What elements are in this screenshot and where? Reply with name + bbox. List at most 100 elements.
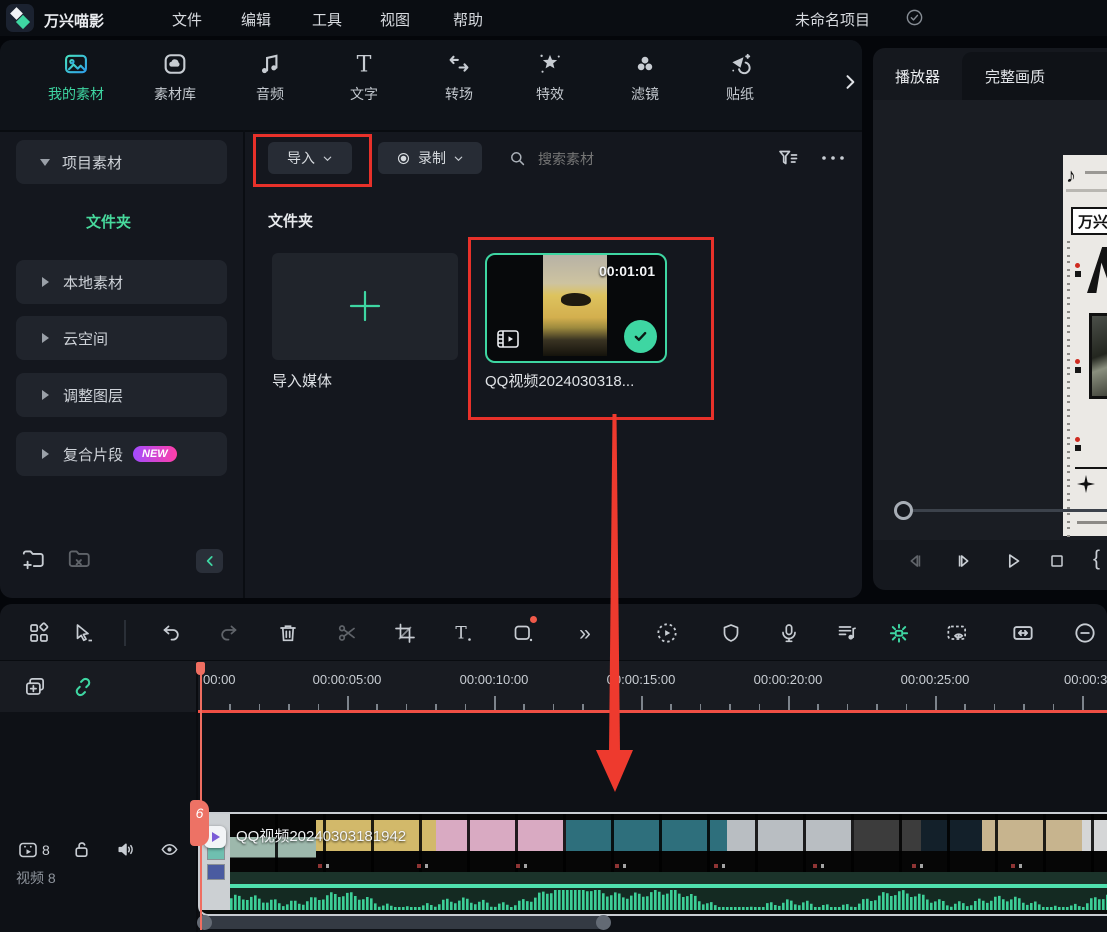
collapse-sidebar-button[interactable] [196,549,223,573]
tab-strip-expand-icon[interactable] [840,72,860,92]
caret-right-icon [42,277,49,287]
import-tile-label: 导入媒体 [272,370,332,391]
seek-bar-track[interactable] [897,509,1107,512]
project-name: 未命名项目 [795,9,870,30]
playhead-head[interactable] [196,662,205,675]
menu-view[interactable]: 视图 [374,9,416,30]
play-button[interactable] [1002,550,1024,572]
player-title: 播放器 [895,66,940,87]
track-mute-toggle[interactable] [114,838,137,861]
playhead-line[interactable] [200,662,202,930]
seek-bar-handle[interactable] [894,501,913,520]
crop-button[interactable] [390,618,420,648]
text-tool-button[interactable]: T [447,618,477,648]
more-tools-button[interactable]: » [570,618,600,648]
sidebar-item-local-media[interactable]: 本地素材 [16,260,227,304]
ruler-label: 00:00:10:00 [460,672,529,687]
poster-dot-marker [1075,263,1080,268]
timeline-clip-title: QQ视频20240303181942 [236,825,406,846]
record-button-label: 录制 [418,148,446,168]
redo-button[interactable] [214,618,244,648]
import-button[interactable]: 导入 [268,142,352,174]
sidebar-item-adjustment-layer[interactable]: 调整图层 [16,373,227,417]
tab-transitions[interactable]: 转场 [417,50,501,104]
ruler-label: 00:00:3 [1064,672,1107,687]
ruler-label: 00:00:25:00 [901,672,970,687]
stop-button[interactable] [1047,551,1067,571]
media-clip-tile[interactable]: 00:01:01 [485,253,667,363]
search-input[interactable] [536,145,720,173]
play-triangle-icon [212,832,220,842]
smart-cut-button[interactable] [884,618,914,648]
add-folder-button[interactable] [20,546,46,572]
timeline-scrollbar[interactable] [198,916,610,929]
playhead-badge[interactable]: 6 [190,800,209,846]
zoom-out-timeline-button[interactable] [1070,618,1100,648]
poster-subtext-line [1085,171,1107,174]
selected-check-icon [624,320,657,353]
playhead-badge-number: 6 [196,805,204,821]
sidebar-item-folder[interactable]: 文件夹 [86,211,131,232]
douyin-logo: ♪ [1066,165,1076,188]
tab-text[interactable]: T 文字 [322,50,406,104]
menu-file[interactable]: 文件 [166,9,208,30]
timecode-ruler[interactable]: 00:00 00:00:05:00 00:00:10:00 00:00:15:0… [0,668,1107,712]
clip-audio-band [230,872,1107,884]
chevron-down-icon [322,153,333,164]
poster-title-text: 万兴 [1073,211,1107,232]
record-button[interactable]: 录制 [378,142,482,174]
tab-effects[interactable]: 特效 [508,50,592,104]
next-frame-button[interactable] [953,550,975,572]
tab-stock-library[interactable]: 素材库 [133,50,217,104]
sidebar-group-project-media[interactable]: 项目素材 [16,140,227,184]
tab-label: 贴纸 [698,84,782,104]
filter-button[interactable] [776,146,800,170]
delete-folder-button[interactable] [66,546,92,572]
split-button[interactable] [332,618,362,648]
track-header: 8 视频 8 [0,712,196,932]
player-quality-label[interactable]: 完整画质 [985,66,1045,87]
sidebar-item-compound-clip[interactable]: 复合片段 NEW [16,432,227,476]
undo-button[interactable] [156,618,186,648]
caret-down-icon [40,159,50,166]
poster-dot-marker [1075,437,1080,442]
media-section-title: 文件夹 [268,210,313,231]
tab-filters[interactable]: 滤镜 [603,50,687,104]
audio-mixer-button[interactable] [832,618,862,648]
tab-my-media[interactable]: 我的素材 [34,50,118,104]
shield-button[interactable] [716,618,746,648]
previous-frame-button[interactable] [904,550,926,572]
poster-dot-marker [1075,359,1080,364]
clip-thumbnail [543,255,607,356]
menu-edit[interactable]: 编辑 [235,9,277,30]
delete-button[interactable] [273,618,303,648]
preview-window-button[interactable] [942,618,972,648]
timeline-clip[interactable]: QQ视频20240303181942 [198,812,1107,916]
track-count: 8 [42,842,50,858]
scrollbar-handle-right[interactable] [596,915,611,930]
render-preview-button[interactable] [652,618,682,648]
voiceover-mic-button[interactable] [774,618,804,648]
sidebar-item-label: 复合片段 [63,444,123,465]
track-visibility-toggle[interactable] [158,838,181,861]
video-filmstrip-icon [496,329,520,349]
clip-name-label: QQ视频2024030318... [485,370,634,391]
tab-audio[interactable]: 音频 [228,50,312,104]
menu-tools[interactable]: 工具 [306,9,348,30]
mark-in-button[interactable]: { [1093,547,1100,571]
tab-stickers[interactable]: 贴纸 [698,50,782,104]
tab-label: 音频 [228,84,312,104]
track-lock-toggle[interactable] [70,838,93,861]
select-tool-button[interactable] [68,618,98,648]
import-media-tile[interactable] [272,253,458,360]
more-options-button[interactable] [820,152,846,164]
tab-label: 文字 [322,84,406,104]
layout-mode-button[interactable] [24,618,54,648]
poster-title-box: 万兴 [1071,207,1107,235]
menu-help[interactable]: 帮助 [447,9,489,30]
mask-tool-button[interactable] [508,618,538,648]
sidebar-item-cloud-space[interactable]: 云空间 [16,316,227,360]
title-bar: 万兴喵影 文件 编辑 工具 视图 帮助 未命名项目 [0,0,1107,36]
fit-timeline-button[interactable] [1008,618,1038,648]
sidebar-group-label: 项目素材 [62,152,122,173]
